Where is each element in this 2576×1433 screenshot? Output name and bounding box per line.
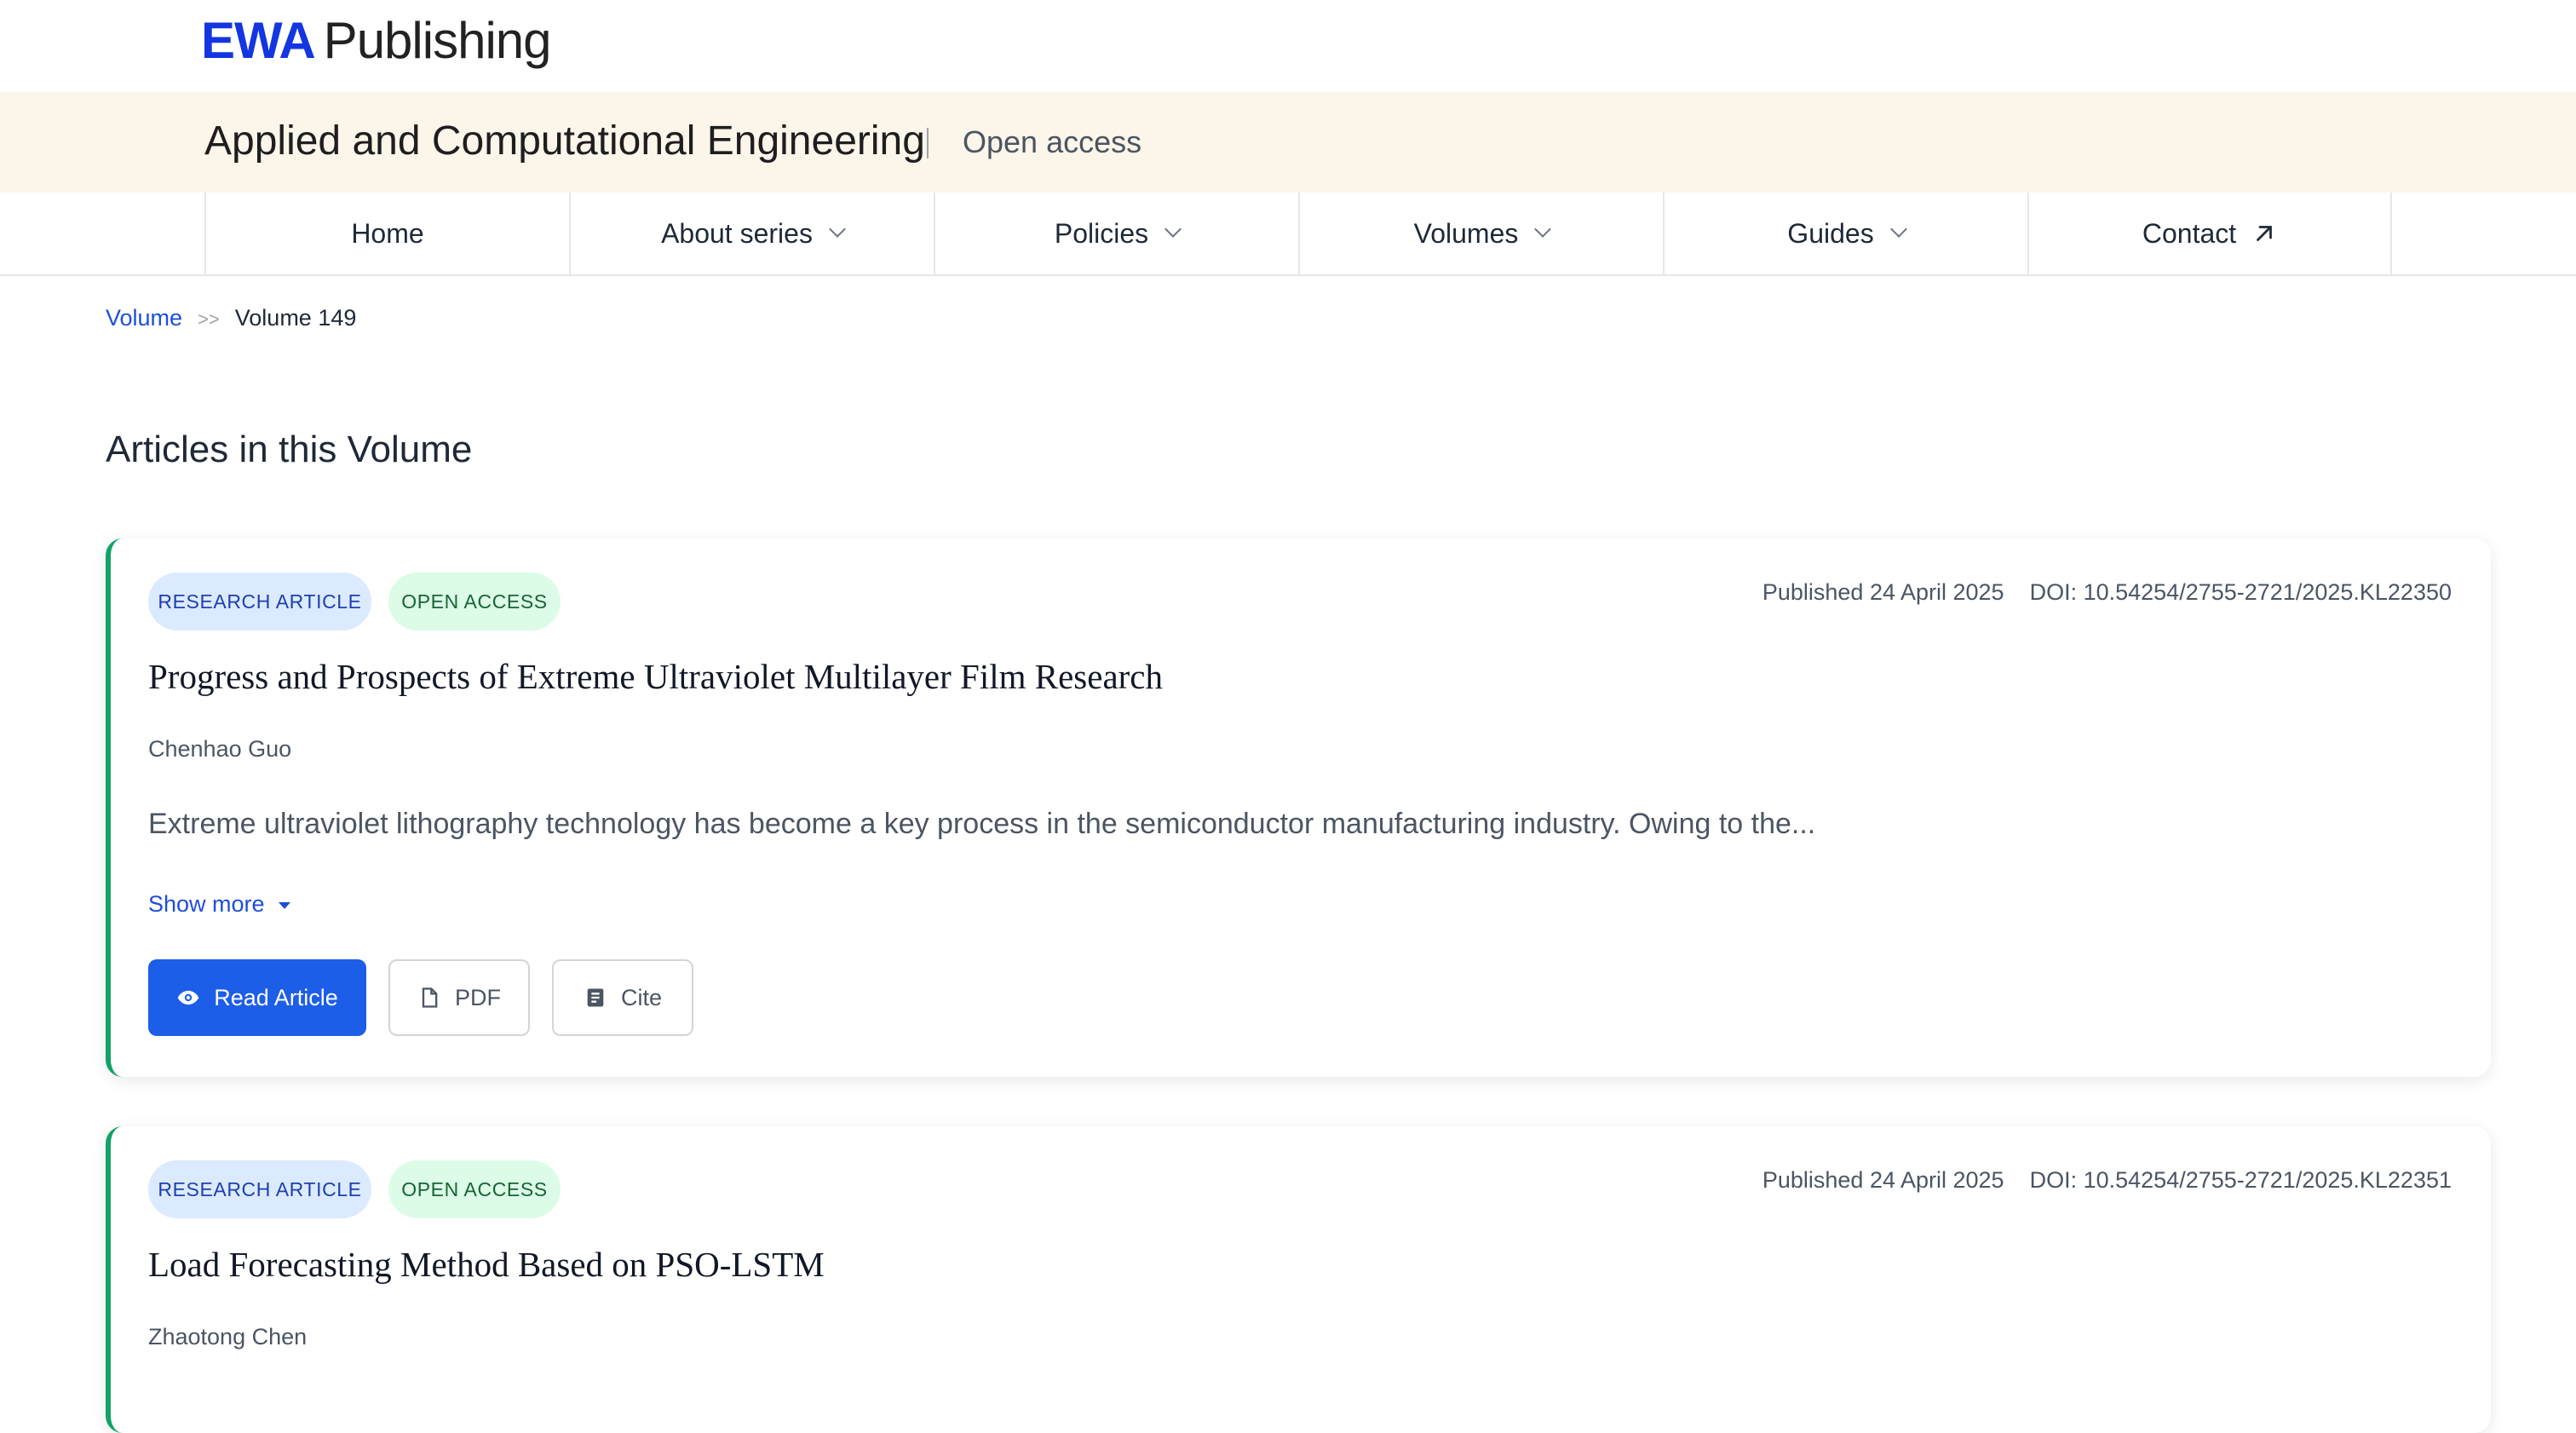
cite-icon bbox=[587, 988, 604, 1007]
nav-home-label: Home bbox=[351, 217, 424, 249]
article-author: Chenhao Guo bbox=[148, 736, 292, 762]
doi-text: DOI: 10.54254/2755-2721/2025.KL22351 bbox=[2029, 1167, 2452, 1193]
nav-about-series[interactable]: About series bbox=[569, 193, 934, 274]
doi-text: DOI: 10.54254/2755-2721/2025.KL22350 bbox=[2029, 579, 2452, 605]
pdf-label: PDF bbox=[455, 984, 501, 1010]
nav-volumes[interactable]: Volumes bbox=[1298, 193, 1663, 274]
show-more-link[interactable]: Show more bbox=[148, 889, 290, 918]
nav-policies-label: Policies bbox=[1054, 217, 1149, 249]
cite-button[interactable]: Cite bbox=[552, 959, 693, 1036]
main-nav: Home About series Policies Volumes Guide… bbox=[0, 193, 2576, 276]
caret-down-icon bbox=[278, 901, 290, 909]
nav-home[interactable]: Home bbox=[204, 193, 569, 274]
research-article-badge: RESEARCH ARTICLE bbox=[148, 1160, 371, 1218]
research-article-badge: RESEARCH ARTICLE bbox=[148, 573, 371, 630]
open-access-badge: OPEN ACCESS bbox=[388, 573, 561, 630]
site-header: EWA Publishing bbox=[0, 0, 2576, 92]
chevron-down-icon bbox=[1164, 221, 1182, 238]
journal-banner: Applied and Computational Engineering Op… bbox=[0, 92, 2576, 193]
article-card: RESEARCH ARTICLE OPEN ACCESS Published 2… bbox=[106, 1126, 2491, 1433]
section-title: Articles in this Volume bbox=[106, 429, 473, 470]
article-title[interactable]: Load Forecasting Method Based on PSO-LST… bbox=[148, 1242, 825, 1286]
nav-guides[interactable]: Guides bbox=[1663, 193, 2027, 274]
published-date: Published 24 April 2025 bbox=[1762, 1167, 2004, 1193]
chevron-down-icon bbox=[1534, 221, 1552, 238]
nav-policies[interactable]: Policies bbox=[934, 193, 1298, 274]
open-access-badge: OPEN ACCESS bbox=[388, 1160, 561, 1218]
eye-icon bbox=[177, 990, 199, 1005]
published-date: Published 24 April 2025 bbox=[1762, 579, 2004, 605]
journal-title[interactable]: Applied and Computational Engineering bbox=[204, 116, 925, 167]
logo-ewa: EWA bbox=[201, 12, 316, 69]
journal-access-label: Open access bbox=[963, 124, 1142, 159]
read-article-label: Read Article bbox=[214, 984, 338, 1010]
journal-divider bbox=[927, 128, 929, 158]
nav-guides-label: Guides bbox=[1787, 217, 1874, 249]
breadcrumb-current: Volume 149 bbox=[234, 305, 357, 331]
external-link-arrow-icon bbox=[2257, 226, 2273, 241]
article-author: Zhaotong Chen bbox=[148, 1324, 308, 1350]
article-title[interactable]: Progress and Prospects of Extreme Ultrav… bbox=[148, 654, 1163, 699]
document-icon bbox=[422, 987, 438, 1008]
chevron-down-icon bbox=[1889, 221, 1907, 238]
pdf-button[interactable]: PDF bbox=[388, 959, 530, 1036]
ewa-publishing-logo[interactable]: EWA Publishing bbox=[201, 7, 552, 75]
breadcrumb: Volume >> Volume 149 bbox=[106, 303, 356, 334]
article-abstract: Extreme ultraviolet lithography technolo… bbox=[148, 808, 1816, 840]
show-more-label: Show more bbox=[148, 891, 265, 917]
nav-contact-label: Contact bbox=[2142, 217, 2237, 249]
logo-publishing: Publishing bbox=[323, 12, 552, 69]
breadcrumb-volume-link[interactable]: Volume bbox=[106, 305, 182, 331]
cite-label: Cite bbox=[620, 984, 662, 1010]
read-article-button[interactable]: Read Article bbox=[148, 959, 366, 1036]
chevron-down-icon bbox=[829, 221, 846, 238]
nav-about-series-label: About series bbox=[661, 217, 813, 249]
nav-contact[interactable]: Contact bbox=[2027, 193, 2392, 274]
article-meta: Published 24 April 2025 DOI: 10.54254/275… bbox=[1762, 578, 2452, 607]
nav-volumes-label: Volumes bbox=[1413, 217, 1519, 249]
article-meta: Published 24 April 2025 DOI: 10.54254/275… bbox=[1762, 1165, 2452, 1194]
breadcrumb-separator: >> bbox=[198, 308, 220, 330]
article-card: RESEARCH ARTICLE OPEN ACCESS Published 2… bbox=[106, 538, 2491, 1077]
